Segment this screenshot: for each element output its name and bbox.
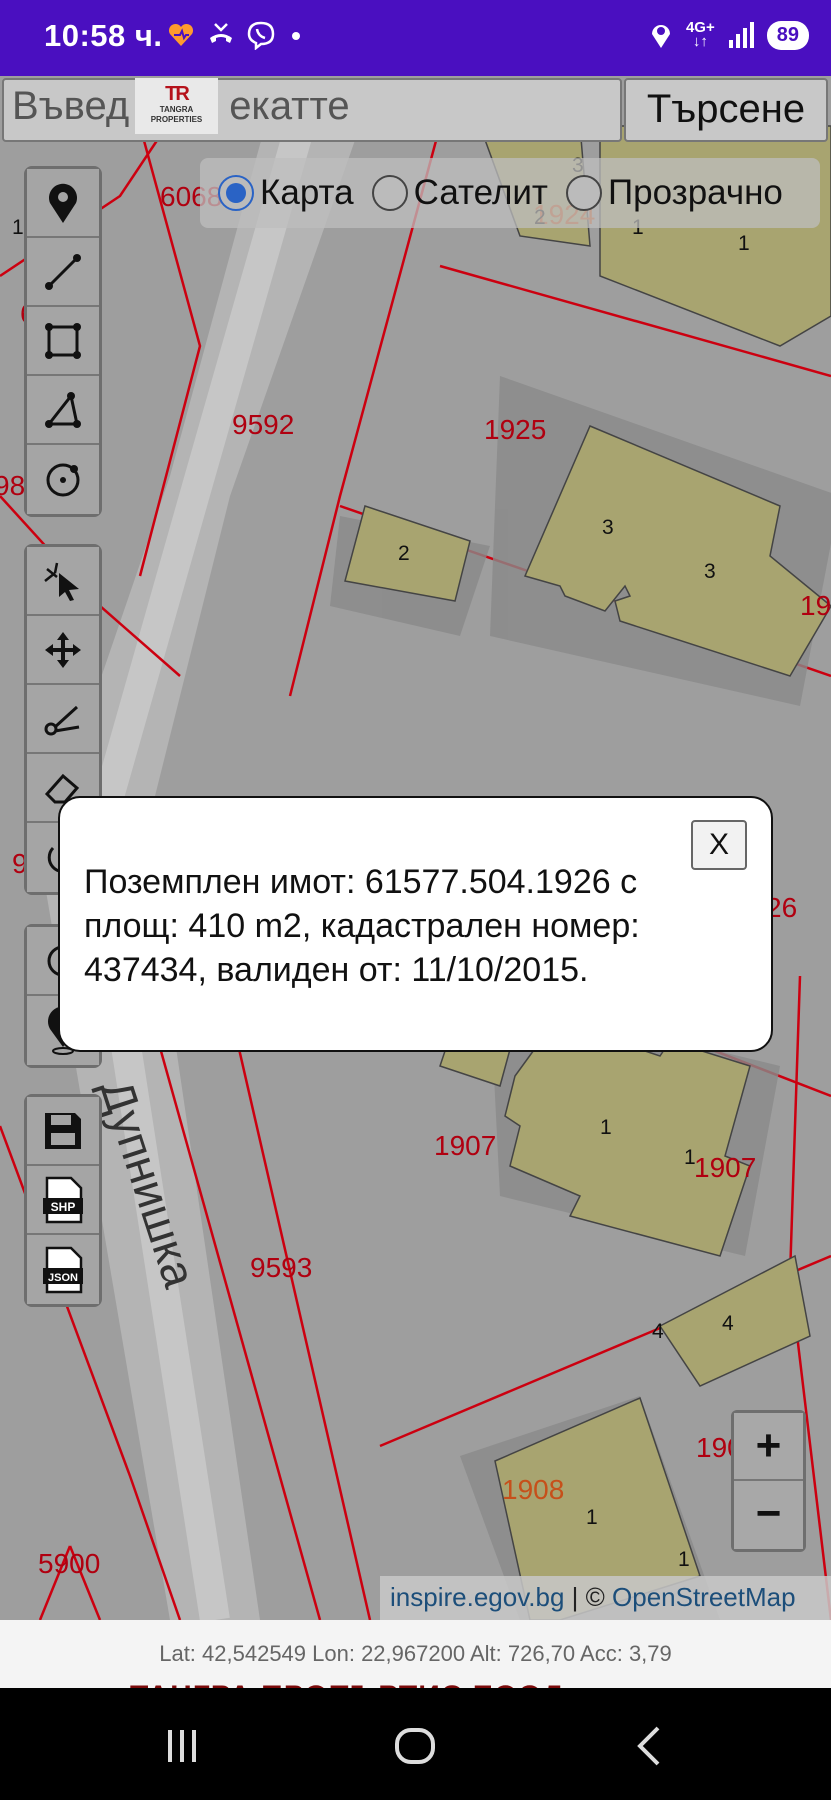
json-label: JSON (48, 1272, 78, 1284)
parcel-label: 9593 (250, 1252, 313, 1283)
move-icon (45, 631, 81, 668)
draw-circle-button[interactable] (27, 445, 99, 514)
building-label: 4 (652, 1320, 664, 1343)
location-icon (651, 25, 670, 48)
draw-angle-button[interactable] (27, 376, 99, 445)
zoom-in-button[interactable]: + (734, 1413, 803, 1481)
draw-toolbar (24, 166, 102, 517)
layer-toggle: Карта Сателит Прозрачно (200, 158, 820, 228)
navigation-bar (0, 1688, 831, 1800)
system-icons: 4G+ ↓↑ 89 (648, 20, 809, 50)
network-type: 4G+ ↓↑ (685, 19, 715, 50)
search-input[interactable]: Въвед екатте (2, 78, 622, 142)
line-icon (45, 253, 81, 290)
map-attribution: inspire.egov.bg | © OpenStreetMap (380, 1576, 831, 1620)
building-label: 2 (398, 542, 410, 565)
logo-line1: TANGRA (159, 105, 194, 114)
export-shp-button[interactable]: SHP (27, 1166, 99, 1235)
parcel-label: 1908 (502, 1474, 565, 1505)
shp-export-icon: SHP (43, 1176, 83, 1223)
recent-apps-icon[interactable] (160, 1724, 204, 1768)
circle-icon (46, 463, 80, 496)
parcel-info-popup: X Поземплен имот: 61577.504.1926 с площ:… (58, 796, 773, 1052)
draw-line-button[interactable] (27, 238, 99, 307)
heart-app-icon (168, 23, 194, 46)
building-label: 1 (600, 1116, 612, 1139)
save-button[interactable] (27, 1097, 99, 1166)
location-pin-icon (49, 183, 77, 223)
search-button[interactable]: Търсене (624, 78, 828, 142)
layer-option-map[interactable]: Карта (218, 173, 354, 213)
missed-call-icon (210, 23, 232, 43)
export-toolbar: SHP JSON (24, 1094, 102, 1307)
dot-icon (292, 32, 300, 40)
logo-line2: PROPERTIES (150, 115, 203, 124)
building-label: 1 (738, 232, 750, 255)
building-label: 1 (586, 1506, 598, 1529)
radio-icon[interactable] (565, 175, 602, 211)
building-label: 3 (704, 560, 716, 583)
parcel-label: 1907 (694, 1152, 757, 1183)
angle-icon (45, 391, 81, 428)
parcel-label: 9592 (232, 409, 295, 440)
shp-label: SHP (51, 1200, 76, 1214)
parcel-label: 1907 (434, 1130, 497, 1161)
home-icon[interactable] (392, 1724, 438, 1770)
parcel-label: 98 (0, 470, 26, 501)
building-label: 1 (684, 1146, 696, 1169)
building-label: 1 (678, 1548, 690, 1571)
signal-icon (728, 22, 754, 48)
parcel-label: 1925 (484, 414, 547, 445)
notification-icons (166, 20, 306, 50)
save-icon (45, 1112, 81, 1149)
move-button[interactable] (27, 616, 99, 685)
json-export-icon: JSON (43, 1246, 83, 1293)
radio-checked-icon[interactable] (218, 175, 254, 211)
building-label: 3 (602, 516, 614, 539)
inspire-link[interactable]: inspire.egov.bg (390, 1582, 564, 1612)
zoom-control: + − (731, 1410, 806, 1552)
gps-readout: Lat: 42,542549 Lon: 22,967200 Alt: 726,7… (0, 1620, 831, 1688)
export-json-button[interactable]: JSON (27, 1235, 99, 1304)
polygon-icon (45, 322, 81, 359)
select-icon (44, 562, 79, 601)
logo-mark: TR (165, 83, 190, 105)
draw-point-button[interactable] (27, 169, 99, 238)
zoom-out-button[interactable]: − (734, 1481, 803, 1549)
cut-icon (44, 705, 80, 735)
radio-icon[interactable] (371, 175, 408, 211)
cut-button[interactable] (27, 685, 99, 754)
parcel-label: 19 (800, 590, 831, 621)
select-button[interactable] (27, 547, 99, 616)
draw-polygon-button[interactable] (27, 307, 99, 376)
parcel-label: 5900 (38, 1548, 101, 1579)
viber-icon (247, 21, 275, 50)
back-icon[interactable] (628, 1724, 672, 1768)
status-bar: 10:58 ч. 4G+ ↓↑ 89 (0, 0, 831, 76)
tangra-logo: TR TANGRA PROPERTIES (135, 78, 218, 134)
parcel-label: 1 (12, 216, 24, 239)
battery-icon: 89 (766, 20, 809, 50)
attribution-separator: | © (564, 1582, 613, 1612)
osm-link[interactable]: OpenStreetMap (612, 1582, 796, 1612)
map-view[interactable]: Дупнишка 6068 1924 9592 1925 9 26 1907 1… (0, 76, 831, 1620)
status-time: 10:58 ч. (44, 18, 163, 53)
layer-option-transparent[interactable]: Прозрачно (565, 173, 783, 213)
building-label: 4 (722, 1312, 734, 1335)
parcel-info-text: Поземплен имот: 61577.504.1926 с площ: 4… (84, 863, 640, 989)
layer-option-satellite[interactable]: Сателит (371, 173, 548, 213)
